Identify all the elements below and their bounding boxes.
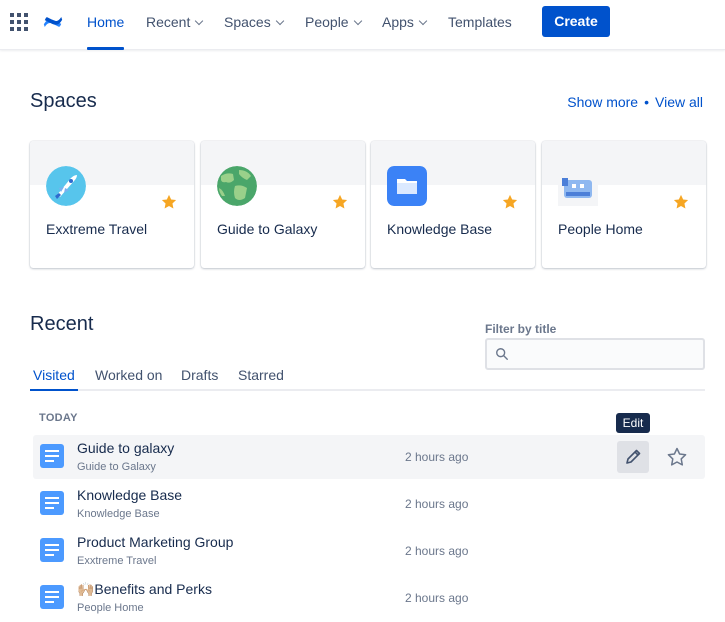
- edit-button[interactable]: [617, 441, 649, 473]
- star-icon[interactable]: [672, 193, 690, 211]
- pencil-icon: [626, 449, 641, 464]
- star-icon[interactable]: [501, 193, 519, 211]
- star-icon[interactable]: [160, 193, 178, 211]
- edit-tooltip: Edit: [616, 413, 650, 433]
- chevron-down-icon: [418, 16, 428, 26]
- page-icon: [40, 585, 64, 609]
- nav-people[interactable]: People: [305, 0, 362, 50]
- top-navigation: Home Recent Spaces People Apps Templates…: [0, 0, 725, 50]
- item-title[interactable]: Product Marketing Group: [77, 534, 233, 550]
- star-icon[interactable]: [331, 193, 349, 211]
- nav-spaces[interactable]: Spaces: [224, 0, 284, 50]
- tab-visited[interactable]: Visited: [30, 367, 78, 391]
- nav-recent[interactable]: Recent: [146, 0, 204, 50]
- star-outline-icon[interactable]: [665, 445, 689, 469]
- chevron-down-icon: [195, 16, 204, 26]
- item-time: 2 hours ago: [405, 450, 469, 464]
- globe-icon: [217, 166, 257, 206]
- item-space: Exxtreme Travel: [77, 555, 157, 567]
- view-all-link[interactable]: View all: [655, 94, 703, 110]
- item-space: Guide to Galaxy: [77, 461, 156, 473]
- space-card[interactable]: Guide to Galaxy: [201, 141, 365, 268]
- nav-home[interactable]: Home: [87, 0, 125, 50]
- item-title[interactable]: Knowledge Base: [77, 487, 182, 503]
- nav-apps[interactable]: Apps: [382, 0, 428, 50]
- link-separator: •: [644, 94, 649, 110]
- item-title[interactable]: Guide to galaxy: [77, 440, 174, 456]
- item-time: 2 hours ago: [405, 544, 469, 558]
- item-title[interactable]: 🙌🏼Benefits and Perks: [77, 581, 212, 598]
- page-icon: [40, 538, 64, 562]
- space-name: Guide to Galaxy: [217, 221, 318, 237]
- recent-heading: Recent: [30, 313, 94, 335]
- list-item[interactable]: 🙌🏼Benefits and Perks People Home 2 hours…: [33, 576, 705, 620]
- tab-starred[interactable]: Starred: [238, 367, 284, 383]
- recent-tabs: Visited Worked on Drafts Starred: [30, 360, 705, 391]
- filter-label: Filter by title: [485, 322, 557, 336]
- list-item[interactable]: Knowledge Base Knowledge Base 2 hours ag…: [33, 482, 705, 526]
- rocket-icon: [46, 166, 86, 206]
- list-item[interactable]: Product Marketing Group Exxtreme Travel …: [33, 529, 705, 573]
- space-card[interactable]: Exxtreme Travel: [30, 141, 194, 268]
- item-time: 2 hours ago: [405, 591, 469, 605]
- spaces-heading: Spaces: [30, 90, 97, 112]
- folder-icon: [387, 166, 427, 206]
- app-switcher-icon[interactable]: [10, 13, 28, 31]
- list-item[interactable]: Guide to galaxy Guide to Galaxy 2 hours …: [33, 435, 705, 479]
- show-more-link[interactable]: Show more: [567, 94, 638, 110]
- chevron-down-icon: [353, 16, 362, 26]
- space-card[interactable]: People Home: [542, 141, 706, 268]
- item-time: 2 hours ago: [405, 497, 469, 511]
- item-space: Knowledge Base: [77, 508, 160, 520]
- page-icon: [40, 491, 64, 515]
- tab-drafts[interactable]: Drafts: [181, 367, 218, 383]
- spaces-links: Show more • View all: [567, 94, 703, 110]
- create-button[interactable]: Create: [542, 6, 610, 37]
- search-icon: [496, 348, 508, 360]
- space-card[interactable]: Knowledge Base: [371, 141, 535, 268]
- page-icon: [40, 444, 64, 468]
- group-heading: TODAY: [39, 412, 78, 424]
- chevron-down-icon: [275, 16, 284, 26]
- item-space: People Home: [77, 602, 144, 614]
- confluence-logo-icon[interactable]: [42, 11, 64, 33]
- space-name: Knowledge Base: [387, 221, 493, 237]
- space-name: Exxtreme Travel: [46, 221, 148, 237]
- nav-templates[interactable]: Templates: [448, 0, 512, 50]
- tab-worked-on[interactable]: Worked on: [95, 367, 162, 383]
- space-name: People Home: [558, 221, 643, 237]
- people-icon: [558, 166, 598, 206]
